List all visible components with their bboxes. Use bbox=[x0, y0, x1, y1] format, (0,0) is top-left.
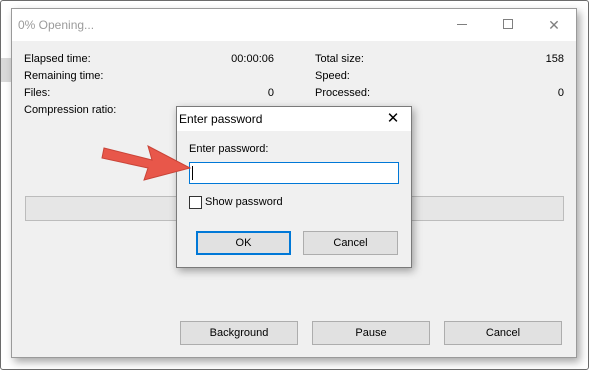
window-titlebar: 0% Opening... ✕ bbox=[12, 9, 576, 41]
maximize-button[interactable] bbox=[485, 9, 531, 41]
enter-password-dialog: Enter password ✕ Enter password: Show pa… bbox=[176, 106, 412, 268]
dialog-cancel-button[interactable]: Cancel bbox=[303, 231, 398, 255]
ok-button[interactable]: OK bbox=[196, 231, 291, 255]
processed-value: 0 bbox=[557, 87, 564, 99]
annotation-arrow-icon bbox=[101, 145, 192, 181]
minimize-button[interactable] bbox=[439, 9, 485, 41]
background-window-edge bbox=[1, 58, 11, 82]
minimize-icon bbox=[457, 24, 467, 25]
compression-ratio-label: Compression ratio: bbox=[24, 104, 117, 116]
dialog-close-button[interactable]: ✕ bbox=[375, 107, 411, 131]
password-input[interactable] bbox=[189, 162, 399, 184]
processed-label: Processed: bbox=[315, 87, 371, 99]
total-size-label: Total size: bbox=[315, 53, 364, 65]
total-size-value: 158 bbox=[545, 53, 564, 65]
remaining-time-label: Remaining time: bbox=[24, 70, 104, 82]
background-button[interactable]: Background bbox=[180, 321, 298, 345]
elapsed-time-label: Elapsed time: bbox=[24, 53, 91, 65]
arrow-shape bbox=[101, 145, 192, 181]
window-title: 0% Opening... bbox=[18, 18, 95, 32]
close-icon: ✕ bbox=[386, 110, 400, 127]
maximize-icon bbox=[503, 19, 513, 29]
files-label: Files: bbox=[24, 87, 51, 99]
text-caret bbox=[192, 166, 193, 180]
dialog-titlebar: Enter password ✕ bbox=[177, 107, 411, 131]
show-password-label[interactable]: Show password bbox=[205, 196, 283, 208]
files-value: 0 bbox=[267, 87, 274, 99]
elapsed-time-value: 00:00:06 bbox=[231, 53, 274, 65]
show-password-checkbox[interactable] bbox=[189, 196, 202, 209]
speed-label: Speed: bbox=[315, 70, 350, 82]
pause-button[interactable]: Pause bbox=[312, 321, 430, 345]
dialog-title: Enter password bbox=[179, 112, 263, 126]
cancel-button[interactable]: Cancel bbox=[444, 321, 562, 345]
close-button[interactable]: ✕ bbox=[531, 9, 577, 41]
close-icon: ✕ bbox=[548, 17, 560, 33]
password-field-label: Enter password: bbox=[189, 143, 269, 155]
